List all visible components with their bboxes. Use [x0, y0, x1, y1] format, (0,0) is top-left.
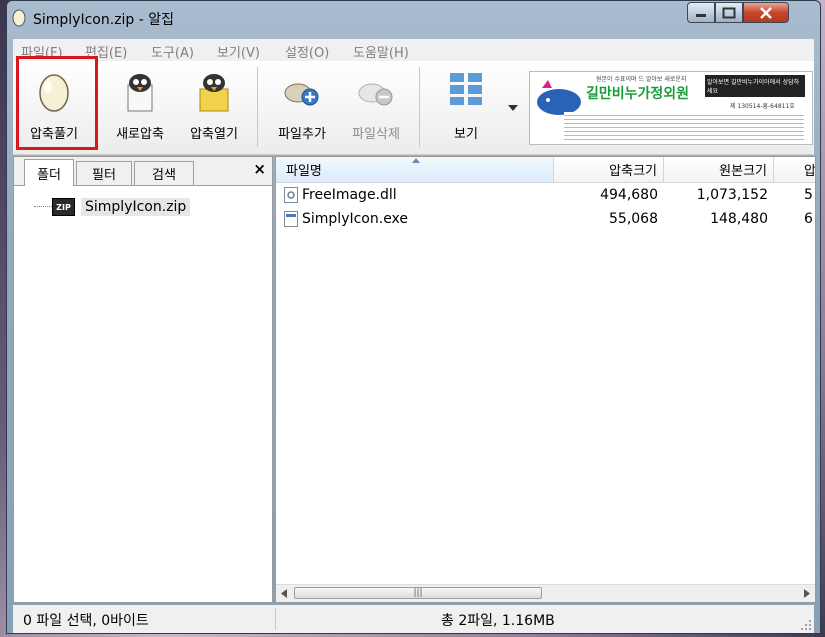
- delete-files-label: 파일삭제: [352, 127, 400, 142]
- resize-grip-icon[interactable]: [800, 619, 812, 631]
- ad-fine-print: [564, 112, 804, 140]
- tab-folder[interactable]: 폴더: [24, 159, 74, 186]
- sort-ascending-icon: [412, 158, 420, 163]
- compression-ratio: 6: [804, 211, 813, 227]
- original-size: 148,480: [710, 211, 768, 227]
- original-size: 1,073,152: [696, 187, 768, 203]
- compressed-size: 55,068: [609, 211, 658, 227]
- menu-tools[interactable]: 도구(A): [151, 42, 194, 61]
- file-name-cell: SimplyIcon.exe: [284, 208, 544, 230]
- penguin-folder-icon: [199, 74, 229, 112]
- file-name: SimplyIcon.exe: [302, 211, 409, 227]
- status-separator: [275, 608, 276, 630]
- close-icon: [760, 6, 772, 19]
- status-bar: 0 파일 선택, 0바이트 총 2파일, 1.16MB: [13, 605, 814, 633]
- pane-close-icon[interactable]: ×: [253, 160, 266, 178]
- compression-ratio: 5: [804, 187, 813, 203]
- menu-bar: 파일(F) 편집(E) 도구(A) 보기(V) 설정(O) 도움말(H): [13, 39, 814, 61]
- new-archive-button[interactable]: 새로압축: [107, 61, 173, 151]
- app-window: SimplyIcon.zip - 알집 파일(F) 편집(E) 도구(A) 보기…: [6, 0, 821, 634]
- ad-brand: 길만비누가정외원: [586, 86, 690, 102]
- scroll-left-icon[interactable]: [281, 589, 287, 598]
- ad-side-box: 알아보면 길만비누가이아에서 상담하세요: [705, 75, 805, 97]
- menu-view[interactable]: 보기(V): [217, 42, 260, 61]
- column-name-label: 파일명: [286, 164, 322, 179]
- delete-files-button[interactable]: 파일삭제: [343, 61, 409, 151]
- add-file-icon: [284, 83, 319, 106]
- grid-view-icon: [450, 73, 482, 105]
- add-files-button[interactable]: 파일추가: [269, 61, 335, 151]
- toolbar-separator: [419, 67, 420, 147]
- toolbar-separator: [257, 67, 258, 147]
- open-archive-label: 압축열기: [190, 127, 238, 142]
- menu-help[interactable]: 도움말(H): [353, 42, 409, 61]
- title-bar: SimplyIcon.zip - 알집: [7, 1, 820, 35]
- tree-item-archive[interactable]: ZIP SimplyIcon.zip: [52, 197, 191, 217]
- file-row[interactable]: SimplyIcon.exe 55,068 148,480 6: [276, 208, 815, 230]
- minimize-button[interactable]: [687, 2, 715, 23]
- scrollbar-thumb[interactable]: |||: [294, 587, 542, 599]
- window-title: SimplyIcon.zip - 알집: [33, 12, 175, 28]
- status-selection: 0 파일 선택, 0바이트: [23, 613, 149, 629]
- maximize-icon: [722, 7, 736, 18]
- delete-file-icon: [358, 83, 393, 106]
- add-files-label: 파일추가: [278, 127, 326, 142]
- file-name: FreeImage.dll: [302, 187, 397, 203]
- maximize-button[interactable]: [715, 2, 743, 23]
- view-button[interactable]: 보기: [433, 61, 499, 151]
- minimize-icon: [696, 13, 706, 17]
- ad-side-line: 알아보면 길만비누가이아에서 상담하세요: [707, 79, 800, 95]
- column-header-name[interactable]: 파일명: [276, 157, 554, 182]
- tree-item-label: SimplyIcon.zip: [81, 198, 191, 216]
- egg-app-icon: [12, 9, 26, 27]
- exe-file-icon: [284, 211, 298, 227]
- column-header-compressed[interactable]: 압축크기: [554, 157, 664, 182]
- file-name-cell: FreeImage.dll: [284, 184, 544, 206]
- menu-settings[interactable]: 설정(O): [285, 42, 329, 61]
- tree-connector: [34, 206, 52, 207]
- open-archive-button[interactable]: 압축열기: [181, 61, 247, 151]
- ad-top-line: 원본이 수표이며 드 알아보 새로운지: [596, 76, 687, 83]
- scroll-right-icon[interactable]: [804, 589, 810, 598]
- penguin-paper-icon: [127, 74, 153, 112]
- horizontal-scrollbar[interactable]: |||: [276, 584, 815, 602]
- file-row[interactable]: FreeImage.dll 494,680 1,073,152 5: [276, 184, 815, 206]
- compressed-size: 494,680: [600, 187, 658, 203]
- zip-archive-icon: ZIP: [52, 198, 75, 216]
- folder-pane: 폴더 필터 검색 × ZIP SimplyIcon.zip: [13, 156, 273, 603]
- toolbar: 압축풀기 새로압축 압축열기 파일추가 파일삭제 보기 원본이 수표이며 드 알…: [13, 56, 814, 155]
- view-dropdown-arrow-icon[interactable]: [508, 105, 518, 111]
- new-archive-label: 새로압축: [116, 127, 164, 142]
- tab-search[interactable]: 검색: [134, 161, 194, 185]
- view-label: 보기: [454, 127, 478, 142]
- folder-pane-tabs: 폴더 필터 검색 ×: [14, 157, 272, 186]
- highlight-box: [16, 56, 98, 150]
- dll-file-icon: [284, 187, 298, 203]
- ad-reg: 제 130514-흥-64811호: [730, 103, 795, 110]
- status-total: 총 2파일, 1.16MB: [441, 613, 555, 629]
- file-list-pane: 파일명 압축크기 원본크기 압축 FreeImage.dll 494,680 1…: [275, 156, 816, 603]
- close-button[interactable]: [743, 2, 789, 23]
- column-header-ratio[interactable]: 압축: [774, 157, 815, 182]
- tab-filter[interactable]: 필터: [76, 161, 132, 185]
- file-list-header: 파일명 압축크기 원본크기 압축: [276, 157, 815, 183]
- column-header-original[interactable]: 원본크기: [664, 157, 774, 182]
- advertisement-banner[interactable]: 원본이 수표이며 드 알아보 새로운지 길만비누가정외원 알아보면 길만비누가이…: [529, 71, 813, 145]
